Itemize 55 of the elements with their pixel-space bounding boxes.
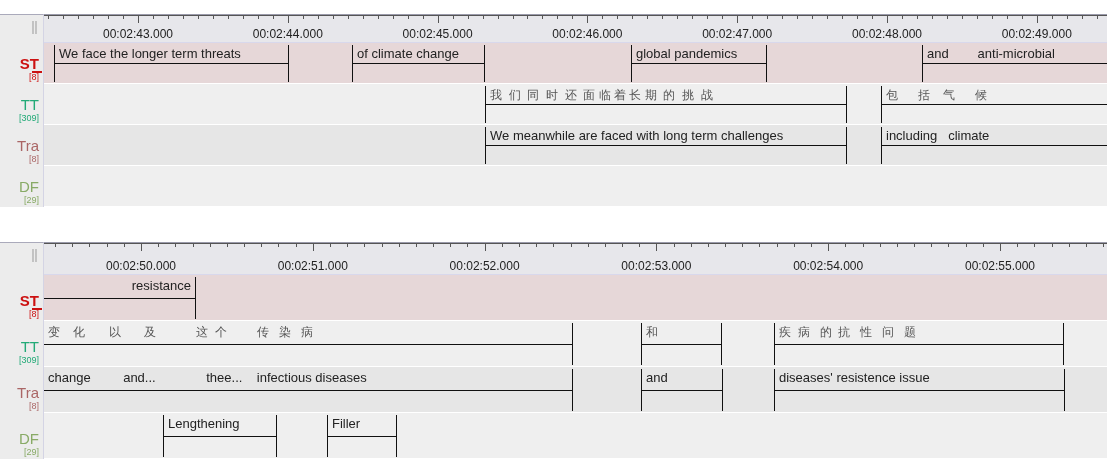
annotation-count: [29] [24,447,39,457]
tier-track[interactable]: We face the longer term threats of climate change global pandemics and anti-microbial [44,43,1107,84]
annotation[interactable]: 我 们 同 时 还 面 临 着 长 期 的 挑 战 [485,86,847,123]
tier-track[interactable]: 变 化 以 及 这 个 传 染 病 和 疾 病 的 抗 性 问 题 [44,321,1107,367]
tier-name[interactable]: Tra [17,138,39,154]
time-label: 00:02:52.000 [449,259,520,273]
time-label: 00:02:48.000 [851,27,923,41]
annotation[interactable]: global pandemics [631,45,767,82]
annotation[interactable]: 变 化 以 及 这 个 传 染 病 [44,323,573,365]
tier-track[interactable]: We meanwhile are faced with long term challenges including climate [44,125,1107,166]
splitter-handle-icon[interactable] [32,21,37,34]
time-ruler[interactable]: 00:02:43.000 00:02:44.000 00:02:45.000 00:02:46.000 00:02:47.000 00:02:48.000 00:02:49.000 [44,14,1107,43]
tier-name[interactable]: ST [19,293,39,309]
time-label: 00:02:47.000 [702,27,773,41]
annotation[interactable]: change and... thee... infectious diseases [44,369,573,411]
active-tier-marker-icon [32,71,42,73]
time-label: 00:02:50.000 [105,259,177,273]
annotation[interactable]: 包 括 气 候 [881,86,1107,123]
time-label: 00:02:46.000 [552,27,623,41]
annotation[interactable]: We face the longer term threats [54,45,289,82]
annotation-count: [8] [29,309,39,319]
time-label: 00:02:44.000 [252,27,323,41]
time-label: 00:02:43.000 [102,27,174,41]
time-label: 00:02:51.000 [277,259,348,273]
time-label: 00:02:55.000 [964,259,1036,273]
time-label: 00:02:49.000 [1001,27,1072,41]
annotation-count: [309] [18,355,39,365]
tier-track[interactable]: 我 们 同 时 还 面 临 着 长 期 的 挑 战 包 括 气 候 [44,84,1107,125]
tier-track[interactable]: change and... thee... infectious diseases and diseases' resistence issue [44,367,1107,413]
annotation[interactable]: including climate [881,127,1107,164]
annotation-count: [29] [24,195,39,205]
active-tier-marker-icon [32,308,42,310]
annotation[interactable]: 和 [641,323,722,365]
annotation[interactable]: and [641,369,723,411]
tier-name[interactable]: ST [19,56,39,72]
tier-name[interactable]: Tra [17,385,39,401]
annotation-count: [309] [18,113,39,123]
time-label: 00:02:45.000 [402,27,473,41]
annotation[interactable]: diseases' resistence issue [774,369,1065,411]
time-ruler[interactable]: 00:02:50.000 00:02:51.000 00:02:52.000 00:02:53.000 00:02:54.000 00:02:55.000 [44,242,1107,275]
annotation-count: [8] [29,401,39,411]
time-label: 00:02:54.000 [793,259,864,273]
annotation[interactable]: resistance [44,277,196,319]
splitter-handle-icon[interactable] [32,249,37,262]
tier-track[interactable]: Lengthening Filler [44,413,1107,459]
time-label: 00:02:53.000 [621,259,692,273]
annotation[interactable]: 疾 病 的 抗 性 问 题 [774,323,1064,365]
annotation[interactable]: Lengthening [163,415,277,457]
annotation[interactable]: of climate change [352,45,485,82]
annotation-count: [8] [29,154,39,164]
annotation[interactable]: We meanwhile are faced with long term challenges [485,127,847,164]
annotation[interactable]: Filler [327,415,397,457]
annotation[interactable]: and anti-microbial [922,45,1107,82]
tier-track[interactable]: resistance [44,275,1107,321]
annotation-count: [8] [29,72,39,82]
